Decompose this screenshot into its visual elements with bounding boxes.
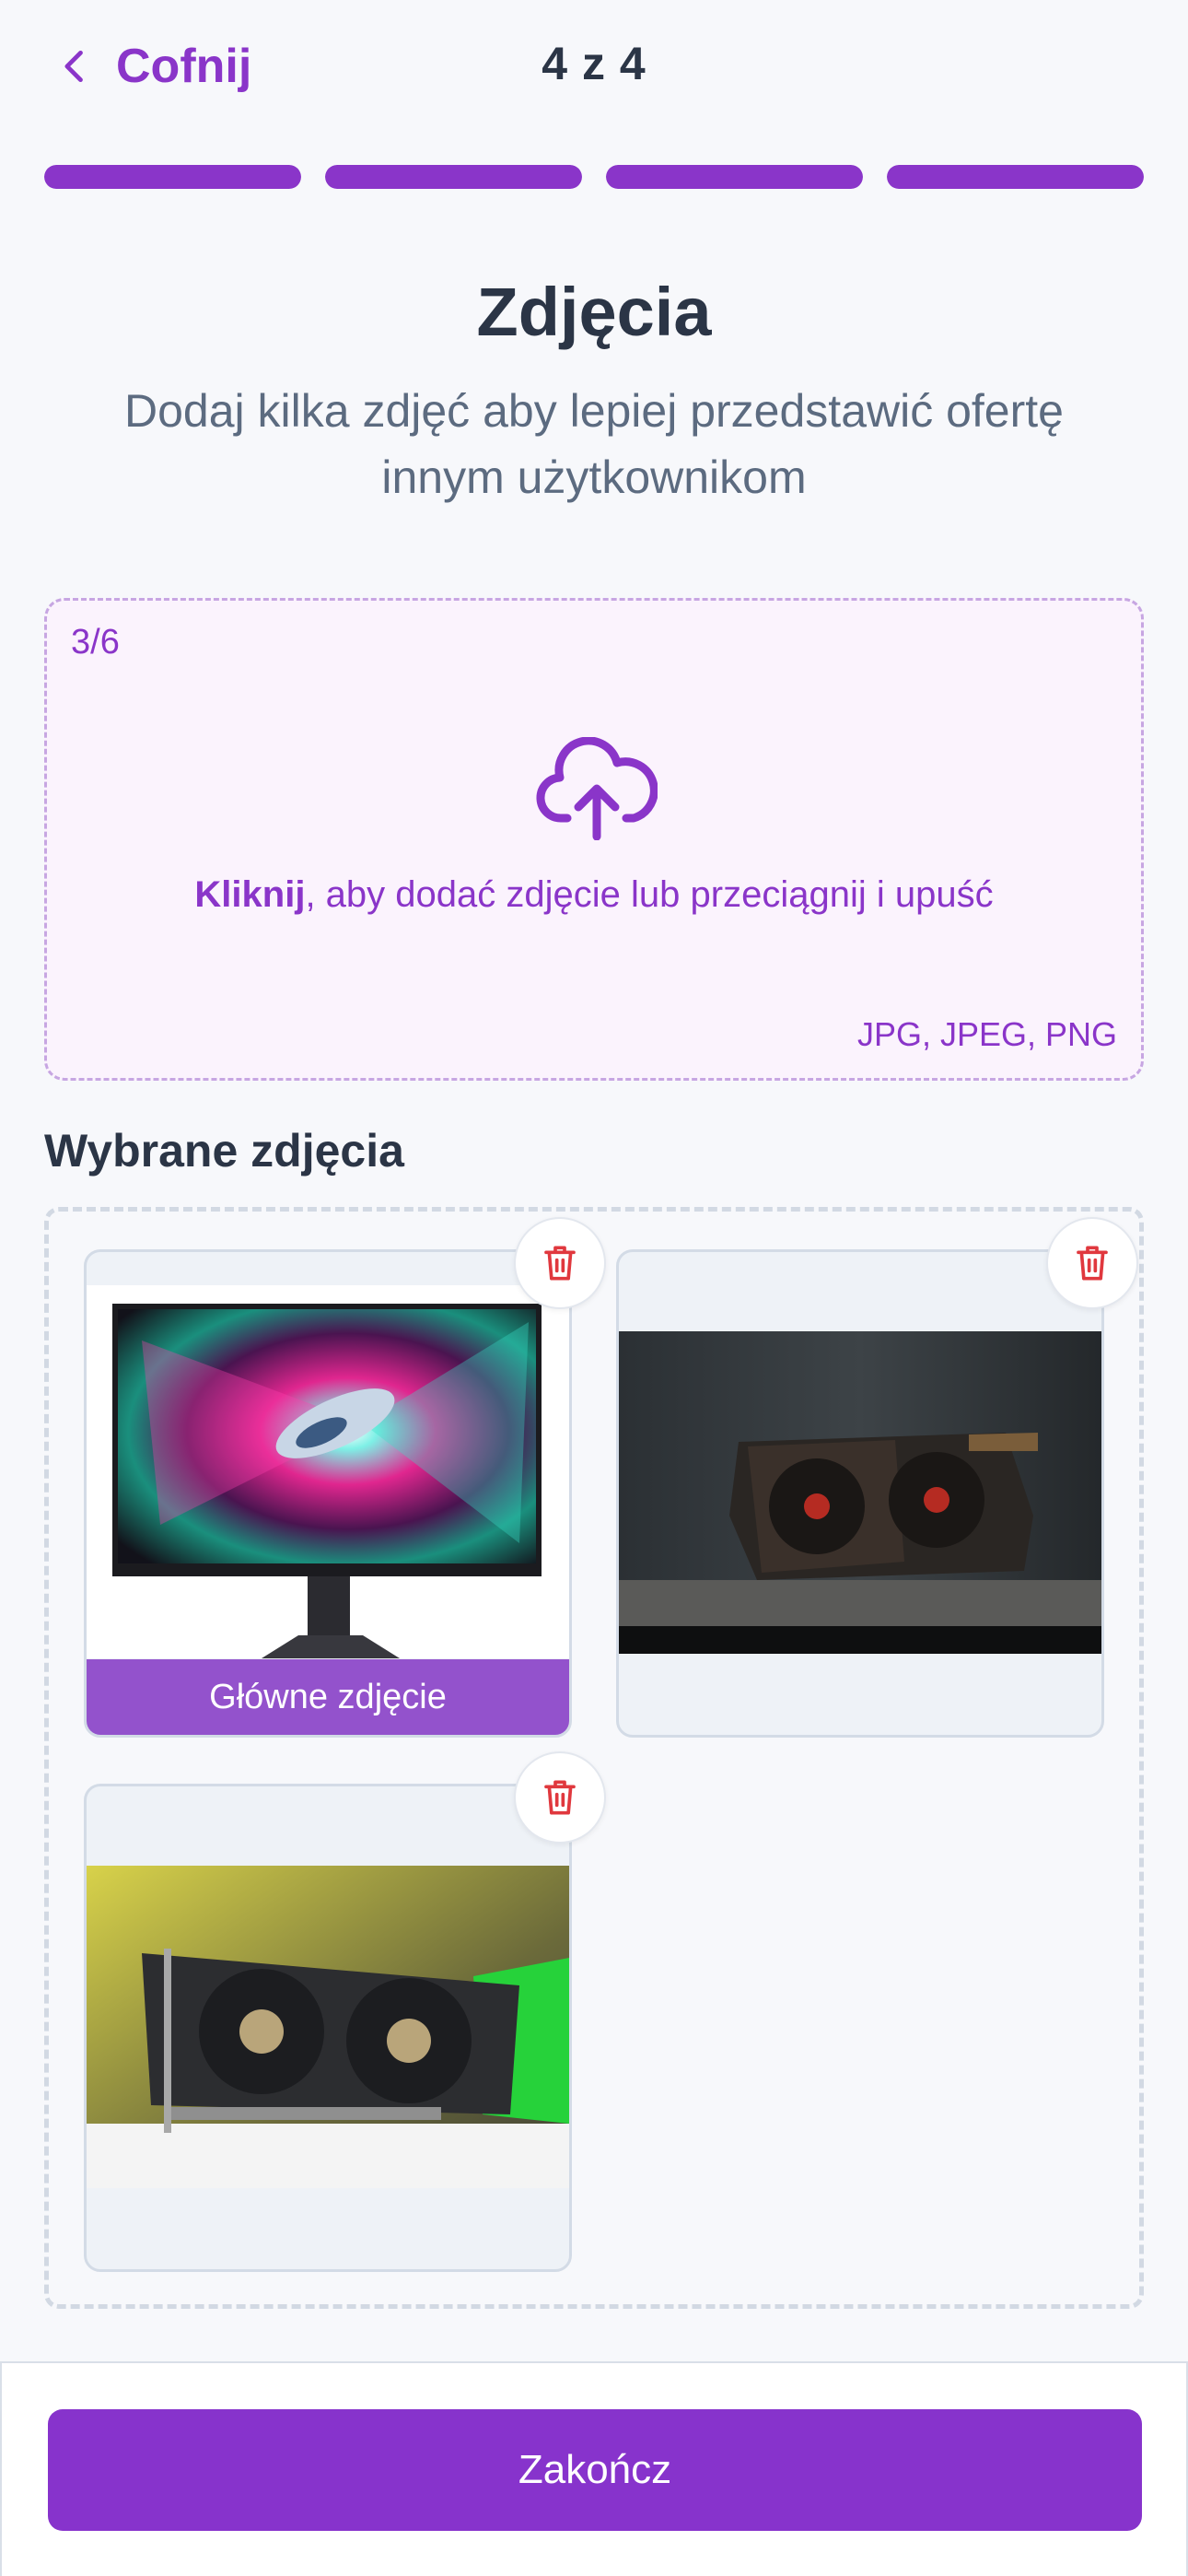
- progress-segment-3: [606, 165, 863, 189]
- selected-photos-title: Wybrane zdjęcia: [44, 1125, 404, 1177]
- progress-segment-fill: [887, 165, 1144, 189]
- upload-hint: Kliknij, aby dodać zdjęcie lub przeciągn…: [47, 872, 1141, 918]
- upload-hint-bold: Kliknij: [194, 874, 306, 915]
- progress-bar: [44, 165, 1144, 189]
- progress-segment-fill: [44, 165, 301, 189]
- delete-photo-button-1[interactable]: [514, 1217, 606, 1309]
- progress-segment-fill: [325, 165, 582, 189]
- monitor-image: [87, 1285, 569, 1658]
- progress-segment-fill: [606, 165, 863, 189]
- photo-card-graphics-card-dark[interactable]: [616, 1249, 1104, 1738]
- page-subtitle: Dodaj kilka zdjęć aby lepiej przedstawić…: [124, 385, 1064, 503]
- graphics-card-green-image: [87, 1866, 569, 2188]
- step-counter: 4 z 4: [542, 38, 646, 89]
- photo-card-graphics-card-green[interactable]: [84, 1784, 572, 2272]
- graphics-card-dark-photo: [619, 1331, 1101, 1654]
- page-title: Zdjęcia: [476, 274, 712, 350]
- progress-segment-4: [887, 165, 1144, 189]
- delete-photo-button-3[interactable]: [514, 1751, 606, 1844]
- trash-icon: [544, 1780, 576, 1815]
- photo-card-monitor[interactable]: Główne zdjęcie: [84, 1249, 572, 1738]
- graphics-card-green-photo: [87, 1866, 569, 2188]
- progress-segment-2: [325, 165, 582, 189]
- trash-icon: [1077, 1246, 1108, 1281]
- upload-dropzone[interactable]: 3/6 Kliknij, aby dodać zdjęcie lub przec…: [44, 598, 1144, 1081]
- main-photo-label: Główne zdjęcie: [87, 1659, 569, 1735]
- finish-button[interactable]: Zakończ: [48, 2409, 1142, 2531]
- footer: Zakończ: [0, 2361, 1188, 2576]
- header: Cofnij 4 z 4: [0, 0, 1188, 138]
- delete-photo-button-2[interactable]: [1046, 1217, 1138, 1309]
- photo-count: 3/6: [71, 623, 120, 662]
- cloud-upload-icon: [536, 737, 658, 840]
- selected-photos-gallery: Główne zdjęcie: [44, 1207, 1144, 2309]
- upload-hint-text: , aby dodać zdjęcie lub przeciągnij i up…: [305, 874, 994, 915]
- monitor-photo: [87, 1285, 569, 1658]
- trash-icon: [544, 1246, 576, 1281]
- allowed-formats: JPG, JPEG, PNG: [856, 1015, 1117, 1053]
- progress-segment-1: [44, 165, 301, 189]
- graphics-card-dark-image: [619, 1331, 1101, 1654]
